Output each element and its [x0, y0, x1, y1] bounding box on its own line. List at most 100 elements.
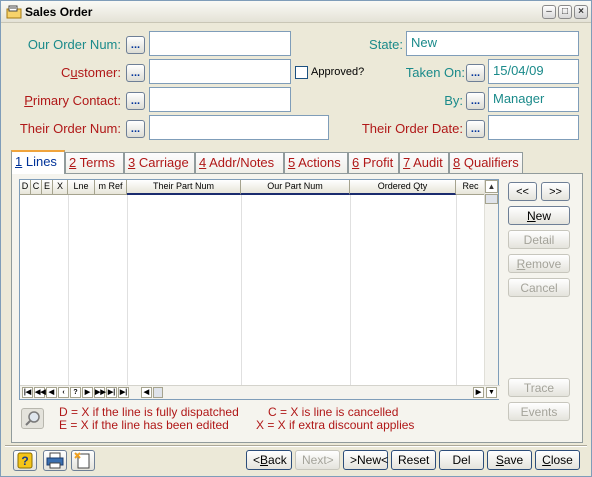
their-order-date-field[interactable]	[488, 115, 579, 140]
close-window-icon[interactable]: ×	[574, 5, 588, 19]
detail-button[interactable]: Detail	[508, 230, 570, 249]
magnifier-icon	[25, 411, 40, 426]
taken-on-field[interactable]: 15/04/09	[488, 59, 579, 84]
state-field[interactable]: New	[406, 31, 579, 56]
printer-icon	[46, 452, 64, 469]
sales-order-icon	[6, 5, 22, 19]
tab-profit[interactable]: 6 Profit	[348, 152, 399, 173]
tab-actions[interactable]: 5 Actions	[284, 152, 348, 173]
help-button[interactable]: ?	[13, 450, 37, 471]
next-line-button[interactable]: >>	[541, 182, 570, 201]
approved-label: Approved?	[311, 66, 365, 78]
last-record-icon[interactable]: ▶|	[106, 387, 117, 398]
primary-contact-lookup-button[interactable]: ...	[126, 92, 145, 110]
scroll-left-icon[interactable]: ◀	[141, 387, 152, 398]
our-order-num-lookup-button[interactable]: ...	[126, 36, 145, 54]
state-label: State:	[369, 37, 403, 52]
col-header-their-part-num[interactable]: Their Part Num	[127, 180, 241, 195]
prev-page-icon[interactable]: ◀◀	[34, 387, 46, 398]
their-order-num-label: Their Order Num:	[19, 121, 121, 136]
minimize-icon[interactable]: –	[542, 5, 556, 19]
print-button[interactable]	[43, 450, 67, 471]
next-button[interactable]: Next>	[295, 450, 340, 470]
first-record-icon[interactable]: |◀	[22, 387, 33, 398]
by-field[interactable]: Manager	[488, 87, 579, 112]
col-header-d[interactable]: D	[20, 180, 31, 195]
col-header-line[interactable]: Lne	[68, 180, 95, 195]
legend-edited: E = X if the line has been edited	[59, 418, 229, 432]
legend-dispatched: D = X if the line is fully dispatched	[59, 405, 239, 419]
new-order-button[interactable]: >New<	[343, 450, 388, 470]
prev-record-icon[interactable]: ◀	[46, 387, 57, 398]
delete-button[interactable]: Del	[439, 450, 484, 470]
customer-lookup-button[interactable]: ...	[126, 64, 145, 82]
help-record-icon[interactable]: ?	[70, 387, 81, 398]
help-icon: ?	[17, 452, 33, 469]
col-header-received[interactable]: Rec	[456, 180, 486, 195]
approved-checkbox[interactable]	[295, 66, 308, 79]
cancel-line-button[interactable]: Cancel	[508, 278, 570, 297]
grid-divider	[456, 195, 457, 385]
scroll-down-icon[interactable]: ▼	[486, 387, 497, 398]
customer-field[interactable]	[149, 59, 291, 84]
remove-button[interactable]: Remove	[508, 254, 570, 273]
events-button[interactable]: Events	[508, 402, 570, 421]
sales-order-window: Sales Order – □ × Our Order Num: ... Cus…	[0, 0, 592, 477]
search-button[interactable]	[21, 408, 44, 429]
legend-extra-discount: X = X if extra discount applies	[256, 418, 415, 432]
scroll-right-icon[interactable]: ▶	[473, 387, 484, 398]
tab-addr-notes[interactable]: 4 Addr/Notes	[195, 152, 284, 173]
save-button[interactable]: Save	[487, 450, 532, 470]
prev-icon[interactable]: ‹	[58, 387, 69, 398]
grid-divider	[241, 195, 242, 385]
primary-contact-label: Primary Contact:	[24, 93, 121, 108]
grid-vertical-scrollbar[interactable]: ▲	[484, 180, 498, 386]
tab-lines[interactable]: 1 Lines	[11, 150, 65, 174]
close-button[interactable]: Close	[535, 450, 580, 470]
legend-cancelled: C = X is line is cancelled	[268, 405, 399, 419]
their-order-num-field[interactable]	[149, 115, 329, 140]
by-lookup-button[interactable]: ...	[466, 92, 485, 110]
tab-audit[interactable]: 7 Audit	[399, 152, 449, 173]
scroll-thumb[interactable]	[485, 194, 498, 204]
tab-terms[interactable]: 2 Terms	[65, 152, 124, 173]
taken-on-lookup-button[interactable]: ...	[466, 64, 485, 82]
col-header-item-ref[interactable]: m Ref	[95, 180, 127, 195]
title-bar[interactable]: Sales Order – □ ×	[1, 1, 591, 23]
end-icon[interactable]: ▶|	[118, 387, 129, 398]
next-page-icon[interactable]: ▶▶	[94, 387, 106, 398]
lines-grid[interactable]: D C E X Lne m Ref Their Part Num Our Par…	[19, 179, 500, 400]
h-scroll-thumb[interactable]	[153, 387, 163, 398]
previous-line-button[interactable]: <<	[508, 182, 537, 201]
trace-button[interactable]: Trace	[508, 378, 570, 397]
col-header-x[interactable]: X	[53, 180, 68, 195]
maximize-icon[interactable]: □	[558, 5, 572, 19]
back-button[interactable]: <Back	[246, 450, 292, 470]
new-line-button[interactable]: New	[508, 206, 570, 225]
tab-qualifiers[interactable]: 8 Qualifiers	[449, 152, 523, 173]
tab-carriage[interactable]: 3 Carriage	[124, 152, 195, 173]
new-document-button[interactable]	[71, 450, 95, 471]
primary-contact-field[interactable]	[149, 87, 291, 112]
col-header-c[interactable]: C	[31, 180, 42, 195]
their-order-num-lookup-button[interactable]: ...	[126, 120, 145, 138]
svg-text:?: ?	[21, 454, 28, 468]
our-order-num-field[interactable]	[149, 31, 291, 56]
next-record-icon[interactable]: ▶	[82, 387, 93, 398]
grid-navigation-bar: |◀ ◀◀ ◀ ‹ ? ▶ ▶▶ ▶| ▶| ◀ ▶ ▼	[20, 385, 500, 399]
grid-divider	[350, 195, 351, 385]
their-order-date-label: Their Order Date:	[361, 121, 463, 136]
taken-on-label: Taken On:	[405, 65, 465, 80]
window-title: Sales Order	[25, 5, 93, 19]
their-order-date-lookup-button[interactable]: ...	[466, 120, 485, 138]
scroll-up-icon[interactable]: ▲	[485, 180, 498, 193]
by-label: By:	[444, 93, 463, 108]
col-header-e[interactable]: E	[42, 180, 53, 195]
footer-separator	[5, 445, 587, 447]
our-order-num-label: Our Order Num:	[27, 37, 121, 52]
col-header-ordered-qty[interactable]: Ordered Qty	[350, 180, 456, 195]
grid-divider	[127, 195, 128, 385]
grid-divider	[68, 195, 69, 385]
reset-button[interactable]: Reset	[391, 450, 436, 470]
col-header-our-part-num[interactable]: Our Part Num	[241, 180, 350, 195]
